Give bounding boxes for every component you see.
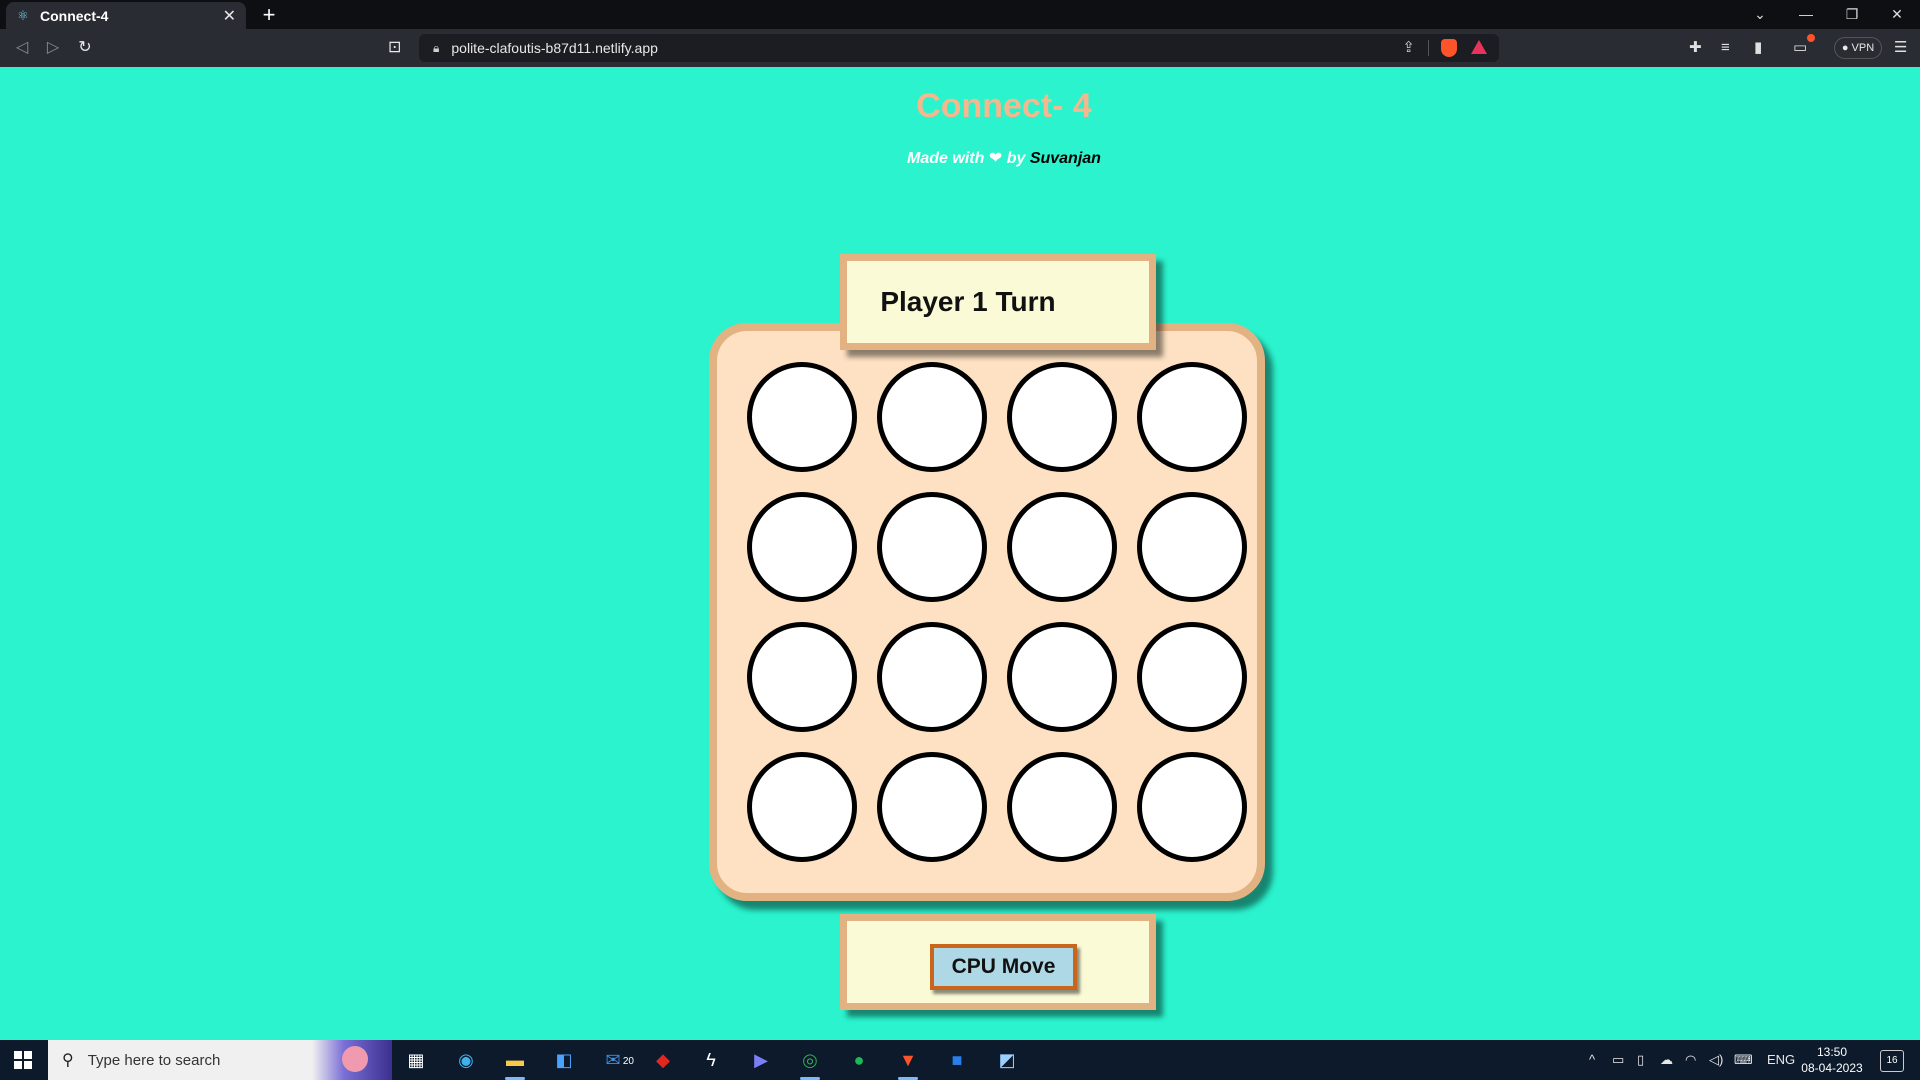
forward-icon[interactable]: ▷ <box>41 36 65 60</box>
board-cell[interactable] <box>747 752 857 862</box>
sidebar-icon[interactable]: ▮ <box>1754 38 1762 58</box>
new-tab-icon[interactable]: + <box>256 2 282 28</box>
cloud-icon[interactable]: ☁ <box>1660 1052 1673 1068</box>
mail-icon[interactable]: ✉ 20 <box>598 1045 634 1075</box>
volume-icon[interactable]: ◁) <box>1709 1052 1723 1068</box>
url-text[interactable]: polite-clafoutis-b87d11.netlify.app <box>451 40 658 56</box>
battery-icon[interactable]: ▭ <box>1612 1052 1624 1068</box>
cpu-move-button[interactable]: CPU Move <box>930 944 1077 990</box>
language-indicator[interactable]: ENG <box>1767 1052 1795 1067</box>
react-favicon-icon: ⚛ <box>17 7 29 23</box>
notification-center-icon[interactable]: 16 <box>1880 1050 1904 1072</box>
board-cell[interactable] <box>877 752 987 862</box>
brave-rewards-icon[interactable] <box>1471 40 1487 54</box>
board-cell[interactable] <box>877 492 987 602</box>
notification-dot <box>1807 34 1815 42</box>
board-cell[interactable] <box>1007 622 1117 732</box>
anydesk-icon[interactable]: ◆ <box>648 1045 678 1075</box>
board-cell[interactable] <box>1137 622 1247 732</box>
spotify-icon[interactable]: ● <box>844 1045 874 1075</box>
wallet-icon[interactable]: ▭ <box>1793 38 1807 58</box>
wifi-icon[interactable]: ◠ <box>1685 1052 1696 1068</box>
board-grid <box>747 362 1247 862</box>
board-cell[interactable] <box>1007 362 1117 472</box>
browser-toolbar: ◁ ▷ ↻ ⊡ 🔒︎ polite-clafoutis-b87d11.netli… <box>0 29 1920 67</box>
turn-indicator-panel: Player 1 Turn <box>840 254 1156 350</box>
media-player-icon[interactable]: ▶ <box>746 1045 776 1075</box>
tray-chevron-icon[interactable]: ^ <box>1589 1052 1595 1067</box>
extensions-icon[interactable]: ✚ <box>1689 38 1702 58</box>
task-view-icon[interactable]: ▦ <box>401 1045 431 1075</box>
search-placeholder: Type here to search <box>87 1051 221 1069</box>
board-cell[interactable] <box>877 362 987 472</box>
edge-icon[interactable]: ◉ <box>451 1045 481 1075</box>
minimize-icon[interactable]: — <box>1783 0 1829 29</box>
turn-indicator-text: Player 1 Turn <box>880 286 1056 317</box>
tab-title: Connect-4 <box>40 7 109 24</box>
page-title: Connect- 4 <box>916 87 1092 125</box>
clock-date: 08-04-2023 <box>1801 1061 1863 1075</box>
vpn-button[interactable]: ● VPN <box>1834 37 1882 59</box>
board-cell[interactable] <box>1137 492 1247 602</box>
reload-icon[interactable]: ↻ <box>73 36 97 60</box>
credit-line: Made with ❤ by Suvanjan <box>0 148 1920 168</box>
board-cell[interactable] <box>877 622 987 732</box>
teams-icon[interactable]: ■ <box>942 1045 972 1075</box>
address-bar[interactable]: 🔒︎ polite-clafoutis-b87d11.netlify.app ⇪ <box>419 34 1499 62</box>
credit-by: by <box>1006 150 1026 167</box>
board-cell[interactable] <box>747 492 857 602</box>
browser-tab[interactable]: ⚛ Connect-4 ✕ <box>6 2 246 29</box>
search-icon: ⚲ <box>62 1052 74 1069</box>
windows-start-icon[interactable] <box>14 1051 32 1069</box>
divider <box>1428 40 1429 56</box>
board-cell[interactable] <box>1137 752 1247 862</box>
brave-shields-icon[interactable] <box>1441 39 1457 57</box>
menu-icon[interactable]: ☰ <box>1894 38 1907 58</box>
bookmark-icon[interactable]: ⊡ <box>388 37 401 57</box>
device-icon[interactable]: ▯ <box>1637 1052 1644 1068</box>
board-cell[interactable] <box>1137 362 1247 472</box>
lock-icon: 🔒︎ <box>433 40 440 55</box>
app-bolt-icon[interactable]: ϟ <box>696 1045 726 1075</box>
credit-author: Suvanjan <box>1029 150 1101 167</box>
restore-icon[interactable]: ❐ <box>1829 0 1875 29</box>
close-tab-icon[interactable]: ✕ <box>223 6 236 26</box>
playlist-icon[interactable]: ≡ <box>1721 38 1730 58</box>
file-explorer-icon[interactable]: ▬ <box>500 1045 530 1080</box>
taskbar-search[interactable]: ⚲ Type here to search <box>48 1040 392 1080</box>
back-icon[interactable]: ◁ <box>10 36 34 60</box>
brave-icon[interactable]: ▼ <box>893 1045 923 1080</box>
search-highlight-image <box>312 1040 392 1080</box>
chrome-icon[interactable]: ◎ <box>795 1045 825 1080</box>
mail-badge: 20 <box>622 1056 634 1067</box>
board-cell[interactable] <box>747 622 857 732</box>
credit-prefix: Made with <box>907 150 985 167</box>
cpu-move-panel: CPU Move <box>840 914 1156 1010</box>
os-taskbar: ⚲ Type here to search ▦ ◉ ▬ ◧ ✉ 20 ◆ ϟ ▶ … <box>0 1040 1920 1080</box>
browser-tab-bar: ⚛ Connect-4 ✕ + ⌄ — ❐ ✕ <box>0 0 1920 29</box>
taskbar-clock[interactable]: 13:50 08-04-2023 <box>1796 1044 1868 1076</box>
keyboard-icon[interactable]: ⌨ <box>1734 1052 1753 1068</box>
close-window-icon[interactable]: ✕ <box>1874 0 1920 29</box>
board-cell[interactable] <box>1007 752 1117 862</box>
notification-count: 16 <box>1886 1055 1898 1066</box>
share-icon[interactable]: ⇪ <box>1402 38 1415 56</box>
clock-time: 13:50 <box>1816 1045 1848 1059</box>
vpn-label: VPN <box>1851 42 1875 54</box>
store-icon[interactable]: ◧ <box>549 1045 579 1075</box>
board-cell[interactable] <box>1007 492 1117 602</box>
app-window-icon[interactable]: ◩ <box>992 1045 1022 1075</box>
tab-search-icon[interactable]: ⌄ <box>1737 0 1783 29</box>
heart-icon: ❤ <box>988 150 1003 167</box>
board-cell[interactable] <box>747 362 857 472</box>
